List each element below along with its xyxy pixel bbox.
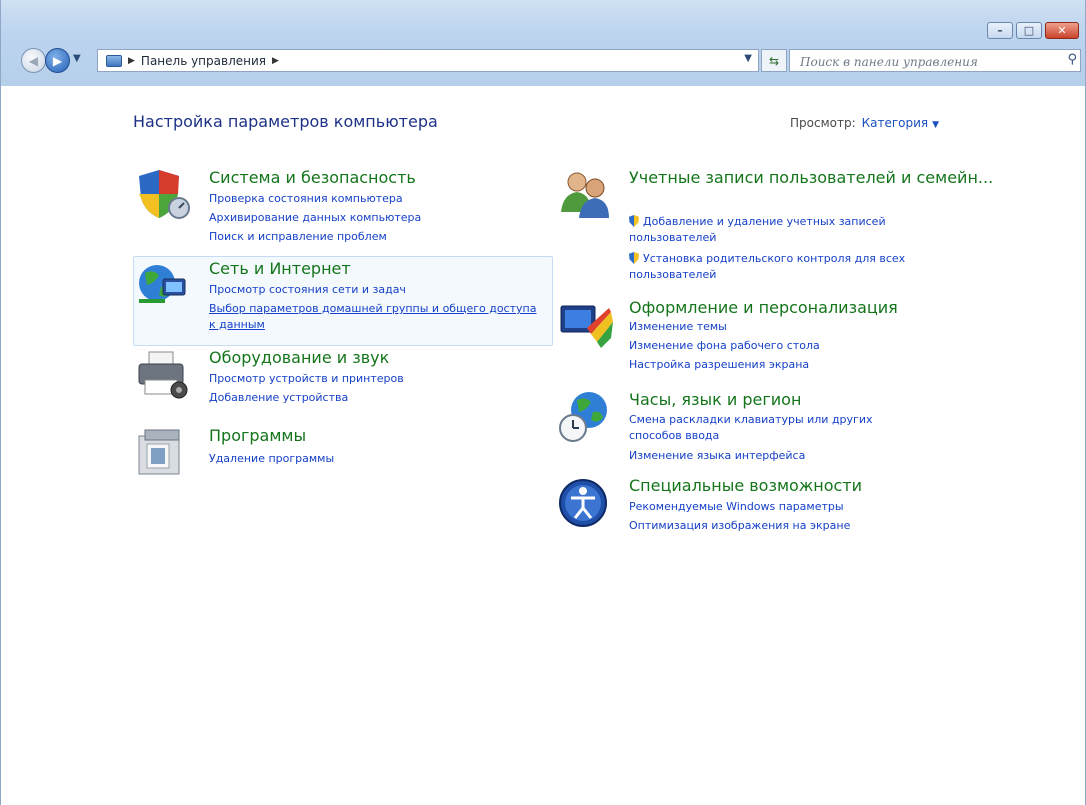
link-uninstall-program[interactable]: Удаление программы <box>209 452 334 465</box>
refresh-icon: ⇆ <box>768 53 780 68</box>
close-button[interactable]: ✕ <box>1045 22 1079 39</box>
forward-button[interactable]: ▶ <box>45 48 70 73</box>
category-programs: Программы Удаление программы <box>135 426 535 486</box>
content-area: Настройка параметров компьютера Просмотр… <box>1 86 1085 805</box>
view-by-label: Просмотр: <box>790 116 856 130</box>
recent-pages-dropdown[interactable]: ▼ <box>73 53 81 64</box>
link-parental-controls-label: Установка родительского контроля для все… <box>629 252 906 281</box>
link-parental-controls[interactable]: Установка родительского контроля для все… <box>629 251 959 283</box>
category-appearance: Оформление и персонализация Изменение те… <box>557 298 977 378</box>
back-button[interactable]: ◀ <box>21 48 46 73</box>
link-backup-computer[interactable]: Архивирование данных компьютера <box>209 211 421 224</box>
link-interface-language[interactable]: Изменение языка интерфейса <box>629 449 805 462</box>
accessibility-icon[interactable] <box>557 476 613 530</box>
chevron-down-icon[interactable]: ▼ <box>932 120 939 130</box>
page-title: Настройка параметров компьютера <box>133 112 438 131</box>
breadcrumb-control-panel[interactable]: Панель управления <box>141 54 266 68</box>
shield-icon[interactable] <box>135 168 191 222</box>
caption-buttons: – □ ✕ <box>987 22 1079 39</box>
category-network-internet: Сеть и Интернет Просмотр состояния сети … <box>135 259 551 343</box>
breadcrumb-separator-icon[interactable]: ▶ <box>128 56 135 66</box>
category-title-link[interactable]: Оформление и персонализация <box>629 298 898 317</box>
link-recommended-settings[interactable]: Рекомендуемые Windows параметры <box>629 500 844 513</box>
control-panel-icon <box>106 54 122 67</box>
personalization-icon[interactable] <box>557 298 613 352</box>
link-keyboard-layout[interactable]: Смена раскладки клавиатуры или других сп… <box>629 412 919 444</box>
forward-arrow-icon: ▶ <box>52 53 63 68</box>
link-troubleshoot[interactable]: Поиск и исправление проблем <box>209 230 387 243</box>
link-optimize-display[interactable]: Оптимизация изображения на экране <box>629 519 850 532</box>
search-box[interactable]: ⚲ <box>789 49 1081 72</box>
category-title-link[interactable]: Специальные возможности <box>629 476 862 495</box>
view-by-value[interactable]: Категория <box>862 116 929 130</box>
uac-shield-icon <box>629 215 639 227</box>
category-hardware-sound: Оборудование и звук Просмотр устройств и… <box>135 348 535 418</box>
users-icon[interactable] <box>557 168 613 222</box>
search-input[interactable] <box>798 53 1042 71</box>
link-add-remove-accounts-label: Добавление и удаление учетных записей по… <box>629 215 886 244</box>
maximize-button[interactable]: □ <box>1016 22 1042 39</box>
back-arrow-icon: ◀ <box>28 53 39 68</box>
clock-globe-icon[interactable] <box>557 390 613 444</box>
category-title-link[interactable]: Сеть и Интернет <box>209 259 351 278</box>
link-devices-printers[interactable]: Просмотр устройств и принтеров <box>209 372 404 385</box>
link-screen-resolution[interactable]: Настройка разрешения экрана <box>629 358 809 371</box>
category-ease-of-access: Специальные возможности Рекомендуемые Wi… <box>557 476 977 540</box>
link-homegroup-sharing[interactable]: Выбор параметров домашней группы и общег… <box>209 301 544 333</box>
category-title-link[interactable]: Программы <box>209 426 306 445</box>
link-add-remove-accounts[interactable]: Добавление и удаление учетных записей по… <box>629 214 929 246</box>
minimize-button[interactable]: – <box>987 22 1013 39</box>
link-change-theme[interactable]: Изменение темы <box>629 320 727 333</box>
title-bar: – □ ✕ ◀ ▶ ▼ ▶ Панель управления ▶ ▼ ⇆ ⚲ <box>1 0 1085 86</box>
link-desktop-background[interactable]: Изменение фона рабочего стола <box>629 339 820 352</box>
link-check-computer-status[interactable]: Проверка состояния компьютера <box>209 192 403 205</box>
search-icon[interactable]: ⚲ <box>1067 52 1077 67</box>
breadcrumb-separator-icon[interactable]: ▶ <box>272 56 279 66</box>
link-network-status[interactable]: Просмотр состояния сети и задач <box>209 283 406 296</box>
programs-icon[interactable] <box>135 426 191 480</box>
address-bar[interactable]: ▶ Панель управления ▶ ▼ <box>97 49 759 72</box>
network-globe-icon[interactable] <box>135 259 191 313</box>
refresh-button[interactable]: ⇆ <box>761 49 787 72</box>
link-add-device[interactable]: Добавление устройства <box>209 391 348 404</box>
category-user-accounts: Учетные записи пользователей и семейн...… <box>557 168 993 281</box>
category-title-link[interactable]: Учетные записи пользователей и семейн... <box>629 168 993 187</box>
category-title-link[interactable]: Часы, язык и регион <box>629 390 801 409</box>
navigation-bar: ◀ ▶ ▼ ▶ Панель управления ▶ ▼ ⇆ ⚲ <box>21 47 1081 75</box>
category-system-security: Система и безопасность Проверка состояни… <box>135 168 535 248</box>
control-panel-window: – □ ✕ ◀ ▶ ▼ ▶ Панель управления ▶ ▼ ⇆ ⚲ … <box>0 0 1086 805</box>
category-title-link[interactable]: Система и безопасность <box>209 168 416 187</box>
view-by-selector[interactable]: Просмотр: Категория ▼ <box>790 116 939 130</box>
printer-icon[interactable] <box>135 348 191 402</box>
address-dropdown-icon[interactable]: ▼ <box>744 53 752 64</box>
uac-shield-icon <box>629 252 639 264</box>
category-clock-language-region: Часы, язык и регион Смена раскладки клав… <box>557 390 977 462</box>
category-title-link[interactable]: Оборудование и звук <box>209 348 389 367</box>
